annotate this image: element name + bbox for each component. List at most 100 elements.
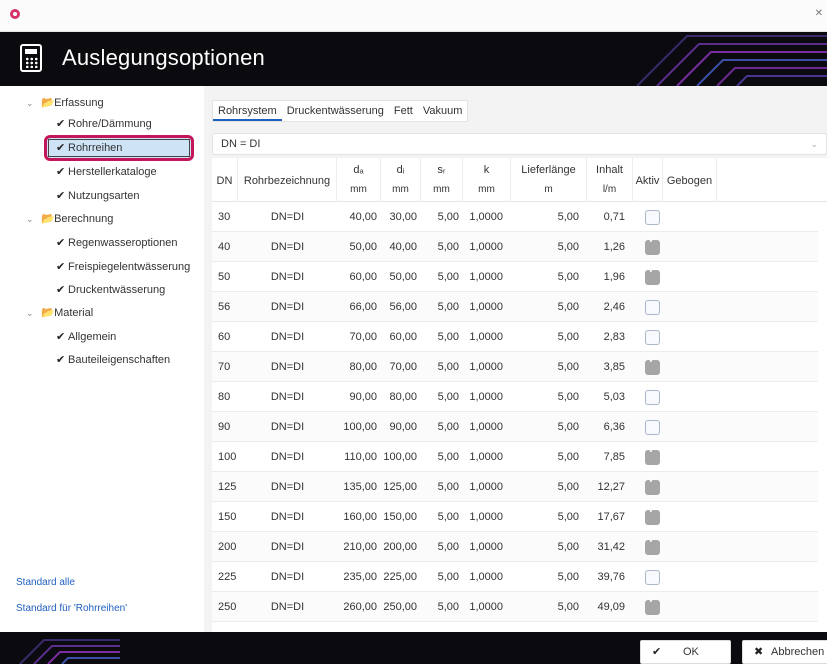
cell-da: 160,00 [343, 511, 377, 523]
content-panel: Rohrsystem Druckentwässerung Fett Vakuum… [204, 86, 827, 632]
aktiv-checkbox[interactable] [645, 533, 660, 555]
col-header-gebogen[interactable]: Gebogen [663, 158, 717, 202]
aktiv-checkbox[interactable] [645, 353, 660, 375]
aktiv-checkbox[interactable] [645, 233, 660, 255]
cell-sr: 5,00 [437, 331, 459, 343]
table-row[interactable]: 40 DN=DI 50,00 40,00 5,00 1,0000 5,00 1,26 [212, 232, 818, 262]
table-row[interactable]: 100 DN=DI 110,00 100,00 5,00 1,0000 5,00 7,85 [212, 442, 818, 472]
cell-laenge: 5,00 [557, 451, 579, 463]
cell-laenge: 5,00 [557, 541, 579, 553]
tree-item-nutzungsarten[interactable]: ✔ Nutzungsarten [56, 185, 140, 207]
cell-name: DN=DI [270, 421, 305, 433]
col-header-k[interactable]: k mm [463, 158, 511, 202]
cell-k: 1,0000 [469, 331, 503, 343]
col-header-name[interactable]: Rohrbezeichnung [238, 158, 337, 202]
cell-di: 200,00 [383, 541, 417, 553]
tree-item-regenwasseroptionen[interactable]: ✔ Regenwasseroptionen [56, 232, 177, 254]
table-row[interactable]: 250 DN=DI 260,00 250,00 5,00 1,0000 5,00 49,09 [212, 592, 818, 622]
table-row[interactable]: 200 DN=DI 210,00 200,00 5,00 1,0000 5,00 31,42 [212, 532, 818, 562]
app-logo-icon [10, 9, 20, 19]
tree-item-herstellerkataloge[interactable]: ✔ Herstellerkataloge [56, 161, 157, 183]
col-header-laenge[interactable]: Lieferlänge m [511, 158, 587, 202]
chevron-down-icon[interactable]: ⌄ [26, 92, 38, 114]
col-header-da[interactable]: dₐ mm [337, 158, 381, 202]
aktiv-checkbox[interactable] [645, 263, 660, 285]
check-icon: ✔ [56, 261, 66, 273]
cell-name: DN=DI [270, 481, 305, 493]
tree-item-druckentwaesserung[interactable]: ✔ Druckentwässerung [56, 279, 165, 301]
aktiv-checkbox[interactable] [645, 210, 660, 225]
tree-folder-erfassung[interactable]: ⌄ 📂Erfassung [26, 92, 104, 114]
cell-inhalt: 1,26 [603, 241, 625, 253]
aktiv-checkbox[interactable] [645, 503, 660, 525]
tree-item-freispiegelentwaesserung[interactable]: ✔ Freispiegelentwässerung [56, 256, 190, 278]
close-icon: ✖ [754, 646, 764, 658]
calculator-icon [20, 44, 42, 72]
tab-fett[interactable]: Fett [389, 101, 418, 121]
reset-current-link[interactable]: Standard für 'Rohrreihen' [16, 603, 127, 614]
cancel-button[interactable]: ✖ Abbrechen [742, 640, 827, 664]
check-icon: ✔ [652, 646, 662, 658]
cell-sr: 5,00 [437, 601, 459, 613]
aktiv-checkbox[interactable] [645, 570, 660, 585]
cell-k: 1,0000 [469, 391, 503, 403]
tree-item-rohre-daemmung[interactable]: ✔ Rohre/Dämmung [56, 113, 152, 135]
table-row[interactable]: 80 DN=DI 90,00 80,00 5,00 1,0000 5,00 5,03 [212, 382, 818, 412]
col-header-aktiv[interactable]: Aktiv [633, 158, 663, 202]
cell-di: 50,00 [389, 271, 417, 283]
cell-inhalt: 7,85 [603, 451, 625, 463]
table-row[interactable]: 60 DN=DI 70,00 60,00 5,00 1,0000 5,00 2,83 [212, 322, 818, 352]
cell-da: 135,00 [343, 481, 377, 493]
table-row[interactable]: 225 DN=DI 235,00 225,00 5,00 1,0000 5,00 39,76 [212, 562, 818, 592]
cell-sr: 5,00 [437, 451, 459, 463]
cell-laenge: 5,00 [557, 391, 579, 403]
check-icon: ✔ [56, 284, 66, 296]
cell-name: DN=DI [270, 361, 305, 373]
tree-folder-berechnung[interactable]: ⌄ 📂Berechnung [26, 208, 113, 230]
table-row[interactable]: 30 DN=DI 40,00 30,00 5,00 1,0000 5,00 0,71 [212, 202, 818, 232]
cell-di: 40,00 [389, 241, 417, 253]
table-row[interactable]: 50 DN=DI 60,00 50,00 5,00 1,0000 5,00 1,96 [212, 262, 818, 292]
cell-sr: 5,00 [437, 301, 459, 313]
tree-item-bauteileigenschaften[interactable]: ✔ Bauteileigenschaften [56, 349, 170, 371]
options-sidebar: ⌄ 📂Erfassung ✔ Rohre/Dämmung ✔ Rohrreihen … [0, 86, 204, 632]
window-titlebar: ✕ [0, 0, 827, 32]
tab-druckentwaesserung[interactable]: Druckentwässerung [282, 101, 389, 121]
tab-rohrsystem[interactable]: Rohrsystem [213, 101, 282, 121]
cell-da: 80,00 [349, 361, 377, 373]
table-row[interactable]: 125 DN=DI 135,00 125,00 5,00 1,0000 5,00 12,27 [212, 472, 818, 502]
chevron-down-icon[interactable]: ⌄ [26, 208, 38, 230]
col-header-dn[interactable]: DN [212, 158, 238, 202]
col-header-sr[interactable]: sᵣ mm [421, 158, 463, 202]
cell-inhalt: 1,96 [603, 271, 625, 283]
aktiv-checkbox[interactable] [645, 390, 660, 405]
tree-item-allgemein[interactable]: ✔ Allgemein [56, 326, 116, 348]
col-header-di[interactable]: dᵢ mm [381, 158, 421, 202]
check-icon: ✔ [56, 190, 66, 202]
cell-sr: 5,00 [437, 271, 459, 283]
cell-inhalt: 12,27 [597, 481, 625, 493]
aktiv-checkbox[interactable] [645, 330, 660, 345]
aktiv-checkbox[interactable] [645, 473, 660, 495]
table-row[interactable]: 70 DN=DI 80,00 70,00 5,00 1,0000 5,00 3,85 [212, 352, 818, 382]
reset-all-link[interactable]: Standard alle [16, 577, 75, 588]
tree-folder-material[interactable]: ⌄ 📂Material [26, 302, 93, 324]
cell-inhalt: 6,36 [603, 421, 625, 433]
table-row[interactable]: 150 DN=DI 160,00 150,00 5,00 1,0000 5,00 17,67 [212, 502, 818, 532]
chevron-down-icon[interactable]: ⌄ [26, 302, 38, 324]
col-header-inhalt[interactable]: Inhalt l/m [587, 158, 633, 202]
aktiv-checkbox[interactable] [645, 443, 660, 465]
aktiv-checkbox[interactable] [645, 420, 660, 435]
table-row[interactable]: 56 DN=DI 66,00 56,00 5,00 1,0000 5,00 2,46 [212, 292, 818, 322]
pipe-series-select[interactable]: DN = DI ⌄ [212, 133, 827, 155]
cell-di: 30,00 [389, 211, 417, 223]
ok-button[interactable]: ✔ OK [640, 640, 731, 664]
window-close-icon[interactable]: ✕ [815, 8, 823, 19]
cell-k: 1,0000 [469, 571, 503, 583]
aktiv-checkbox[interactable] [645, 593, 660, 615]
cell-name: DN=DI [270, 541, 305, 553]
tree-item-rohrreihen[interactable]: ✔ Rohrreihen [56, 137, 122, 159]
aktiv-checkbox[interactable] [645, 300, 660, 315]
tab-vakuum[interactable]: Vakuum [418, 101, 468, 121]
table-row[interactable]: 90 DN=DI 100,00 90,00 5,00 1,0000 5,00 6,36 [212, 412, 818, 442]
